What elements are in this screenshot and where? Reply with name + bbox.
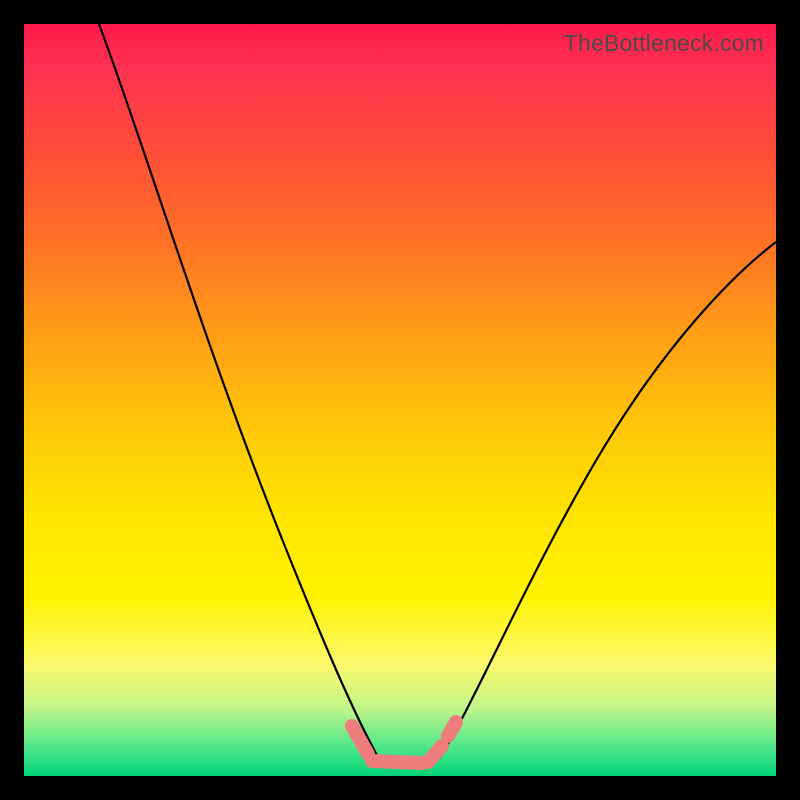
dash-4 [448,722,456,736]
right-curve [439,242,776,759]
dash-2 [372,761,422,763]
dash-3 [428,746,442,762]
chart-area: TheBottleneck.com [24,24,776,776]
dash-1 [352,726,368,754]
chart-svg [24,24,776,776]
left-curve [99,24,379,759]
bottom-dash-group [352,722,456,763]
